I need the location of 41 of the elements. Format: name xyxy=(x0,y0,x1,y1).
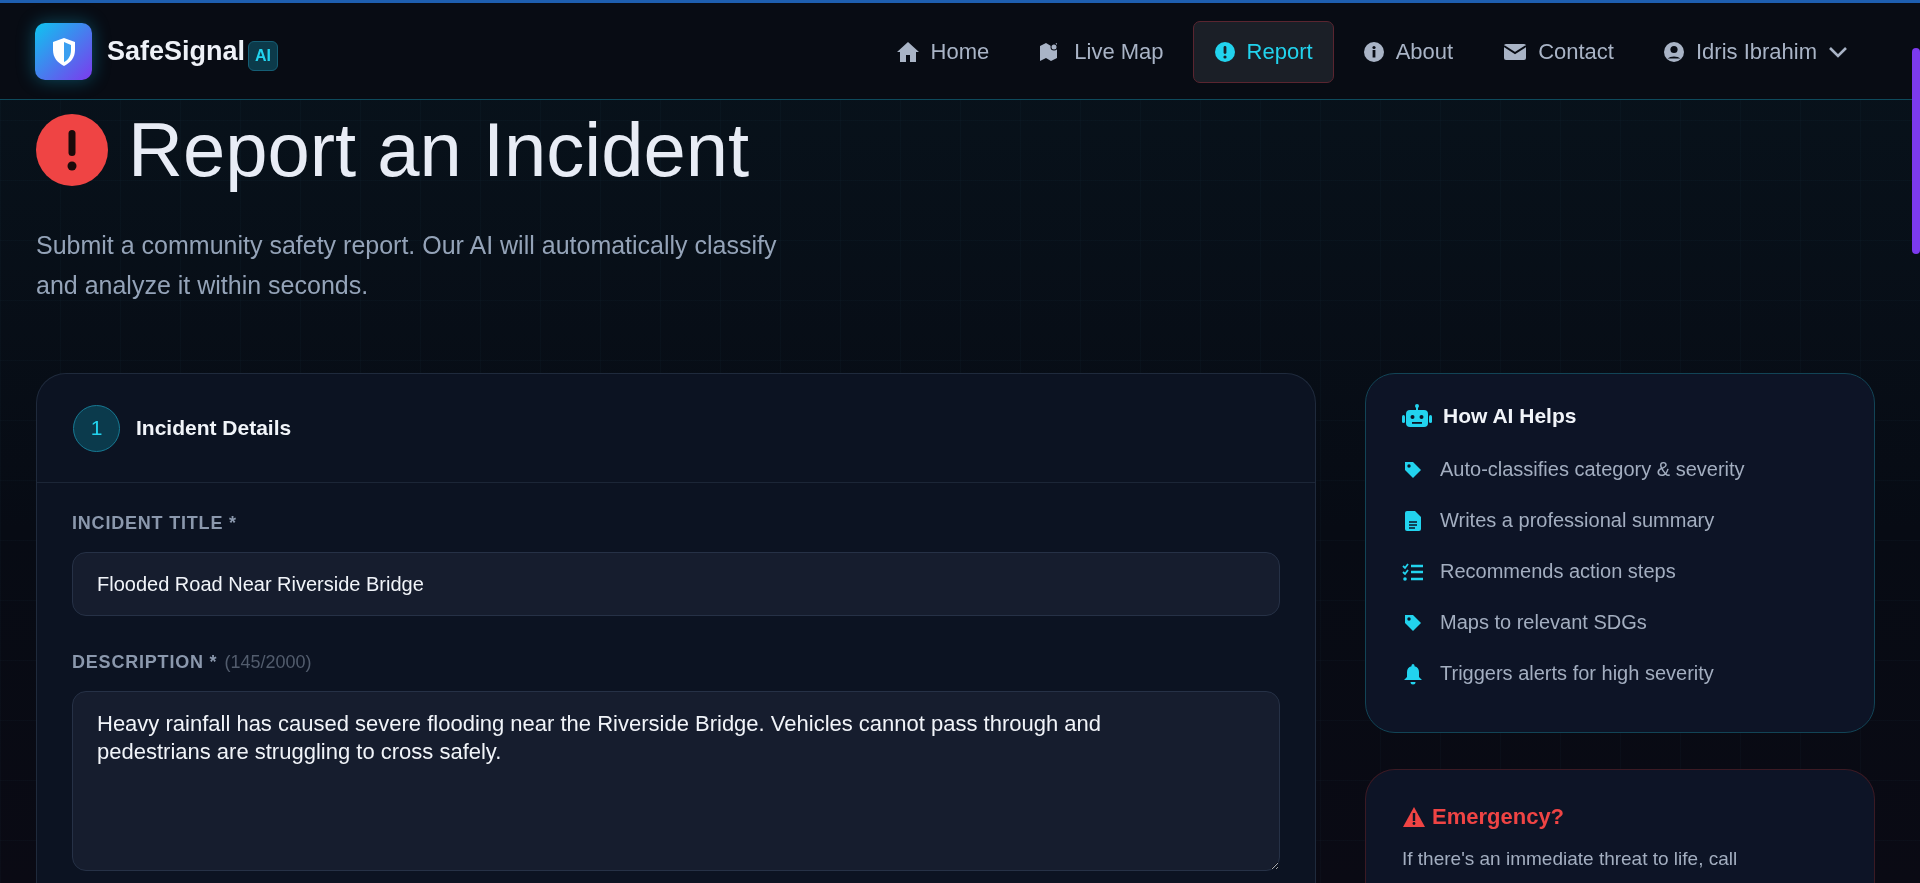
robot-icon xyxy=(1402,404,1432,428)
warning-icon xyxy=(1402,806,1426,828)
brand-name[interactable]: SafeSignal xyxy=(107,36,246,67)
home-icon xyxy=(895,40,920,63)
character-counter: (145/2000) xyxy=(224,652,312,673)
alert-icon xyxy=(1213,40,1236,63)
ai-badge: AI xyxy=(248,40,279,71)
description-textarea[interactable]: Heavy rainfall has caused severe flooding near the Riverside Bridge. Vehicles cannot pass through and pedestrians are struggling to cross safely. xyxy=(72,691,1280,871)
nav-link[interactable]: About xyxy=(1341,20,1475,83)
emergency-text: If there's an immediate threat to life, call xyxy=(1402,848,1739,870)
checklist-icon xyxy=(1402,562,1424,581)
tag-icon xyxy=(1403,459,1423,480)
chevron-down-icon xyxy=(1828,45,1848,58)
user-icon xyxy=(1662,40,1685,63)
user-menu[interactable]: Idris Ibrahim xyxy=(1642,21,1868,82)
page-title: Report an Incident xyxy=(128,106,750,194)
feature-text: Auto-classifies category & severity xyxy=(1440,458,1745,481)
bell-icon xyxy=(1403,662,1423,685)
nav-link[interactable]: Home xyxy=(874,20,1011,83)
feature-text: Writes a professional summary xyxy=(1440,509,1715,532)
field-label: DESCRIPTION * xyxy=(72,652,218,673)
card-title: How AI Helps xyxy=(1443,404,1577,428)
nav-link[interactable]: Report xyxy=(1192,20,1334,83)
feature-text: Maps to relevant SDGs xyxy=(1440,611,1647,634)
alert-icon xyxy=(36,114,108,186)
card-title: Incident Details xyxy=(136,416,292,440)
document-icon xyxy=(1405,510,1421,531)
page-subtitle: Submit a community safety report. Our AI will automatically classify and analyze it within seconds. xyxy=(36,230,778,301)
envelope-icon xyxy=(1503,42,1528,61)
field-label: INCIDENT TITLE * xyxy=(72,513,237,534)
info-icon xyxy=(1362,40,1385,63)
scrollbar-thumb[interactable] xyxy=(1912,48,1920,254)
tag-icon xyxy=(1403,612,1423,633)
nav-link[interactable]: Live Map xyxy=(1018,20,1185,83)
logo-icon[interactable] xyxy=(35,23,92,80)
feature-text: Triggers alerts for high severity xyxy=(1440,662,1714,685)
step-number: 1 xyxy=(73,404,120,452)
emergency-title: Emergency? xyxy=(1432,804,1565,830)
nav-link[interactable]: Contact xyxy=(1482,20,1635,83)
title-input[interactable]: Flooded Road Near Riverside Bridge xyxy=(72,552,1280,616)
feature-text: Recommends action steps xyxy=(1440,560,1676,583)
